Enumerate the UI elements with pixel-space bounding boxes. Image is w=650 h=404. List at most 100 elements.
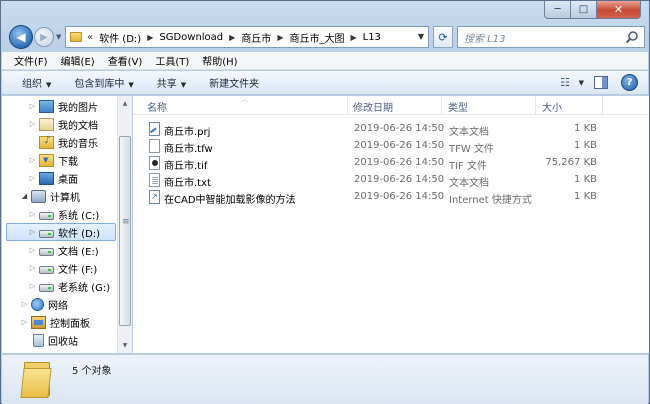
- maximize-button[interactable]: □: [571, 1, 597, 19]
- sidebar-item-pictures[interactable]: ▷ 我的图片: [28, 97, 98, 115]
- navigation-scrollbar[interactable]: ▲ ▼: [117, 96, 132, 353]
- column-divider[interactable]: [602, 96, 603, 115]
- expand-icon[interactable]: ▷: [28, 120, 37, 128]
- file-type: 文本文档: [449, 127, 489, 138]
- address-bar[interactable]: « 软件 (D:) ▶ SGDownload ▶ 商丘市 ▶ 商丘市_大图 ▶ …: [65, 26, 429, 48]
- search-box[interactable]: 搜索 L13: [457, 26, 645, 48]
- menu-view[interactable]: 查看(V): [108, 53, 143, 68]
- table-row[interactable]: 在CAD中智能加载影像的方法 2019-06-26 14:50 Internet…: [133, 189, 649, 206]
- sidebar-item-documents[interactable]: ▷ 我的文档: [28, 115, 98, 133]
- sidebar-item-drive-f[interactable]: ▷ 文件 (F:): [28, 259, 98, 277]
- scrollbar-thumb[interactable]: [119, 136, 131, 326]
- file-type: TIF 文件: [449, 161, 487, 172]
- chevron-right-icon[interactable]: ▶: [229, 33, 235, 42]
- downloads-icon: [39, 153, 54, 167]
- column-divider[interactable]: [441, 96, 442, 115]
- share-label: 共享: [156, 79, 177, 90]
- expand-icon[interactable]: ▷: [28, 246, 37, 254]
- forward-arrow-icon[interactable]: ▶: [34, 27, 54, 47]
- share-button[interactable]: 共享 ▼: [157, 75, 186, 90]
- file-date: 2019-06-26 14:50: [354, 123, 445, 134]
- table-row[interactable]: 商丘市.tif 2019-06-26 14:50 TIF 文件 75,267 K…: [133, 155, 649, 172]
- navigation-pane: ▷ 我的图片 ▷ 我的文档 我的音乐 ▷ 下载 ▷ 桌面 ◢ 计算机 ▷ 系统 (C:) ▷…: [2, 96, 132, 353]
- sidebar-item-label: 桌面: [58, 174, 78, 186]
- table-row[interactable]: 商丘市.prj 2019-06-26 14:50 文本文档 1 KB: [133, 121, 649, 138]
- column-type[interactable]: 类型: [448, 99, 468, 114]
- preview-pane-icon[interactable]: [594, 76, 608, 89]
- sidebar-item-music[interactable]: 我的音乐: [28, 133, 98, 151]
- sidebar-item-drive-d[interactable]: ▷ 软件 (D:): [6, 223, 116, 241]
- search-input[interactable]: 搜索 L13: [464, 30, 505, 45]
- menu-file[interactable]: 文件(F): [14, 53, 48, 68]
- expand-icon[interactable]: ▷: [28, 102, 37, 110]
- column-date[interactable]: 修改日期: [353, 99, 393, 114]
- breadcrumb-item[interactable]: L13: [363, 32, 381, 43]
- sidebar-item-label: 控制面板: [50, 318, 90, 330]
- close-button[interactable]: ✕: [597, 1, 641, 19]
- breadcrumb-item[interactable]: SGDownload: [159, 32, 223, 43]
- sort-ascending-icon: ︿: [241, 95, 248, 103]
- chevron-right-icon[interactable]: ▶: [277, 33, 283, 42]
- breadcrumb-item[interactable]: 商丘市_大图: [289, 30, 344, 45]
- sidebar-item-network[interactable]: ▷ 网络: [20, 295, 68, 313]
- sidebar-item-label: 软件 (D:): [58, 228, 101, 240]
- menu-tools[interactable]: 工具(T): [155, 53, 189, 68]
- search-icon[interactable]: [625, 30, 639, 44]
- chevron-right-icon[interactable]: ▶: [350, 33, 356, 42]
- expand-icon[interactable]: ▷: [28, 156, 37, 164]
- file-list: ︿ 名称 修改日期 类型 大小 商丘市.prj 2019-06-26 14:50…: [133, 95, 649, 353]
- refresh-icon[interactable]: ⟳: [433, 26, 453, 48]
- minimize-button[interactable]: ─: [544, 1, 571, 19]
- collapse-icon[interactable]: ◢: [20, 192, 29, 200]
- chevron-down-icon[interactable]: ▼: [579, 79, 584, 87]
- sidebar-item-drive-c[interactable]: ▷ 系统 (C:): [28, 205, 100, 223]
- internet-shortcut-icon: [149, 190, 160, 204]
- include-library-button[interactable]: 包含到库中 ▼: [74, 75, 133, 90]
- expand-icon[interactable]: ▷: [28, 174, 37, 182]
- breadcrumb-item[interactable]: 商丘市: [241, 30, 271, 45]
- expand-icon[interactable]: ▷: [28, 282, 37, 290]
- file-size: 1 KB: [574, 191, 597, 202]
- scroll-up-icon[interactable]: ▲: [118, 96, 132, 111]
- sidebar-item-recycle-bin[interactable]: 回收站: [20, 331, 78, 349]
- expand-icon[interactable]: ▷: [28, 228, 37, 236]
- item-count: 5 个对象: [72, 366, 112, 377]
- back-arrow-icon[interactable]: ◀: [9, 25, 33, 49]
- expand-icon[interactable]: ▷: [20, 300, 29, 308]
- menu-help[interactable]: 帮助(H): [202, 53, 237, 68]
- sidebar-item-computer[interactable]: ◢ 计算机: [20, 187, 80, 205]
- sidebar-item-desktop[interactable]: ▷ 桌面: [28, 169, 78, 187]
- file-size: 1 KB: [574, 140, 597, 151]
- sidebar-item-drive-e[interactable]: ▷ 文档 (E:): [28, 241, 99, 259]
- expand-icon[interactable]: ▷: [20, 318, 29, 326]
- chevron-right-icon[interactable]: ▶: [147, 33, 153, 42]
- sidebar-item-control-panel[interactable]: ▷ 控制面板: [20, 313, 90, 331]
- breadcrumb-item[interactable]: 软件 (D:): [99, 30, 141, 45]
- drive-icon: [39, 211, 54, 220]
- organize-button[interactable]: 组织 ▼: [22, 75, 51, 90]
- sidebar-item-drive-g[interactable]: ▷ 老系统 (G:): [28, 277, 110, 295]
- column-divider[interactable]: [535, 96, 536, 115]
- column-size[interactable]: 大小: [542, 99, 562, 114]
- expand-icon[interactable]: ▷: [28, 264, 37, 272]
- desktop-icon: [39, 171, 54, 185]
- view-options-icon[interactable]: ☷: [560, 76, 570, 89]
- breadcrumb-overflow[interactable]: «: [87, 32, 93, 43]
- file-date: 2019-06-26 14:50: [354, 174, 445, 185]
- scroll-down-icon[interactable]: ▼: [118, 338, 132, 353]
- help-icon[interactable]: ?: [621, 74, 638, 91]
- chevron-down-icon[interactable]: ▼: [418, 32, 424, 41]
- new-folder-button[interactable]: 新建文件夹: [209, 75, 259, 90]
- chevron-down-icon: ▼: [180, 81, 187, 89]
- table-row[interactable]: 商丘市.txt 2019-06-26 14:50 文本文档 1 KB: [133, 172, 649, 189]
- expand-icon[interactable]: ▷: [28, 210, 37, 218]
- menu-edit[interactable]: 编辑(E): [61, 53, 95, 68]
- sidebar-item-downloads[interactable]: ▷ 下载: [28, 151, 78, 169]
- file-date: 2019-06-26 14:50: [354, 140, 445, 151]
- column-divider[interactable]: [347, 96, 348, 115]
- table-row[interactable]: 商丘市.tfw 2019-06-26 14:50 TFW 文件 1 KB: [133, 138, 649, 155]
- computer-icon: [31, 189, 46, 203]
- recent-pages-dropdown[interactable]: ▼: [56, 33, 61, 41]
- column-name[interactable]: 名称: [147, 99, 167, 114]
- sidebar-item-label: 系统 (C:): [58, 210, 100, 222]
